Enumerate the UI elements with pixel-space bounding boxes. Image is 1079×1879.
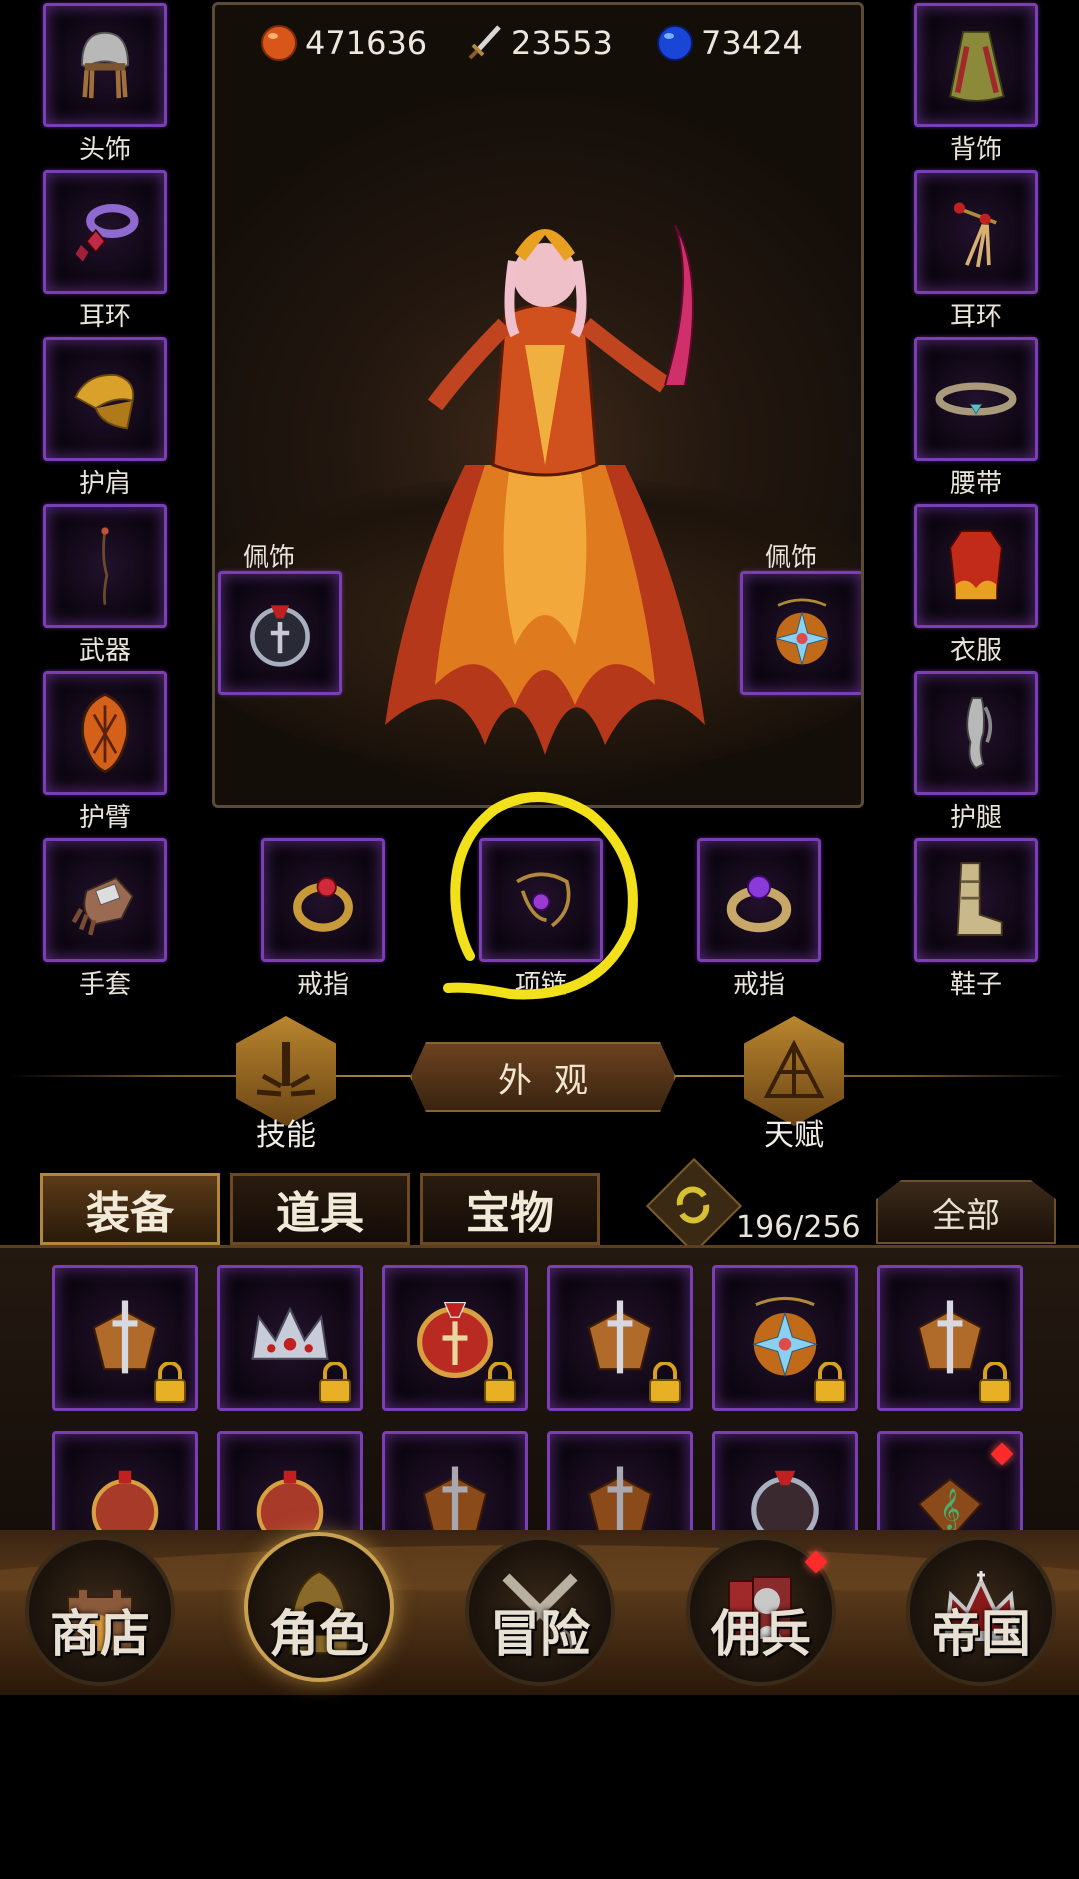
appearance-button[interactable]: 外观 (410, 1042, 676, 1112)
character-panel: 471636 23553 73424 佩饰 佩饰 (212, 2, 864, 808)
accessory-left-label: 佩饰 (242, 543, 295, 573)
gloves-slot[interactable] (43, 838, 167, 962)
shoes-slot[interactable] (914, 838, 1038, 962)
orange-orb-icon (261, 25, 297, 61)
bottom-nav: 商店 角色 冒险 佣兵 帝国 (0, 1530, 1079, 1695)
sword-rays-icon (256, 1042, 316, 1097)
blue-resource: 73424 (655, 23, 803, 63)
earring-icon (75, 203, 139, 262)
tab-equipment[interactable]: 装备 (40, 1173, 220, 1245)
tab-items[interactable]: 道具 (230, 1173, 410, 1245)
sword-icon (468, 25, 501, 60)
leg-guard-label: 护腿 (949, 803, 1002, 833)
earring-right-slot[interactable] (914, 170, 1038, 294)
character-figure (385, 224, 705, 755)
shoulder-guard-icon (74, 374, 135, 430)
nav-adventure-label: 冒险 (490, 1604, 590, 1663)
earring-left-slot[interactable] (43, 170, 167, 294)
blue-amount: 73424 (701, 24, 803, 62)
star-pendant-icon (774, 598, 830, 667)
inventory-item[interactable] (547, 1265, 693, 1411)
nav-character-label: 角色 (269, 1604, 369, 1663)
ring-right-slot[interactable] (697, 838, 821, 962)
headwear-label: 头饰 (78, 135, 131, 165)
inventory-item[interactable] (877, 1265, 1023, 1411)
sword-amount: 23553 (511, 24, 613, 62)
inventory-count: 196/256 (736, 1210, 861, 1245)
inventory-item[interactable] (52, 1265, 198, 1411)
headwear-slot[interactable] (43, 3, 167, 127)
accessory-right-label: 佩饰 (764, 543, 817, 573)
triangle-sigil-icon (763, 1039, 825, 1098)
helmet-icon (81, 31, 129, 99)
amethyst-ring-icon (726, 875, 792, 933)
inventory-item[interactable] (217, 1265, 363, 1411)
accessory-right-slot[interactable] (740, 571, 861, 695)
bracer-slot[interactable] (43, 671, 167, 795)
orange-resource: 471636 (259, 23, 427, 63)
nav-shop-label: 商店 (50, 1604, 150, 1663)
earring-left-label: 耳环 (78, 302, 131, 332)
belt-icon (935, 382, 1017, 416)
nav-mercenary-label: 佣兵 (711, 1604, 811, 1663)
lock-icon (649, 1362, 681, 1403)
lock-icon (814, 1362, 846, 1403)
leg-guard-slot[interactable] (914, 671, 1038, 795)
weapon-label: 武器 (78, 636, 131, 666)
wreath-medal-icon (250, 605, 310, 667)
accessory-left-slot[interactable] (218, 571, 342, 695)
inventory-item[interactable] (712, 1265, 858, 1411)
back-label: 背饰 (949, 135, 1002, 165)
nav-empire-label: 帝国 (931, 1604, 1031, 1663)
back-slot[interactable] (914, 3, 1038, 127)
belt-slot[interactable] (914, 337, 1038, 461)
tab-treasures[interactable]: 宝物 (420, 1173, 600, 1245)
sword-resource: 23553 (465, 23, 613, 63)
cape-icon (949, 30, 1005, 102)
ring-right-label: 戒指 (732, 970, 785, 1000)
weapon-slot[interactable] (43, 504, 167, 628)
glove-icon (71, 876, 134, 936)
lock-icon (319, 1362, 351, 1403)
clothes-slot[interactable] (914, 504, 1038, 628)
inventory-item[interactable] (382, 1265, 528, 1411)
robe-icon (949, 530, 1003, 601)
gloves-label: 手套 (78, 970, 131, 1000)
svg-text:𝄞: 𝄞 (940, 1489, 961, 1531)
shoulder-label: 护肩 (78, 469, 131, 499)
ring-left-label: 戒指 (296, 970, 349, 1000)
staff-icon (101, 527, 109, 605)
highlight-circle (443, 791, 638, 1000)
lock-icon (154, 1362, 186, 1403)
tassel-earring-icon (953, 202, 997, 268)
shoes-label: 鞋子 (949, 970, 1002, 1000)
clothes-label: 衣服 (949, 636, 1002, 666)
skills-label: 技能 (256, 1118, 316, 1153)
ring-left-slot[interactable] (261, 838, 385, 962)
talent-label: 天赋 (764, 1118, 824, 1153)
filter-all-button[interactable]: 全部 (876, 1180, 1056, 1244)
leg-armor-icon (966, 697, 993, 770)
boot-icon (956, 862, 1003, 936)
inventory-grid: 𝄞 (0, 1245, 1079, 1578)
lock-icon (979, 1362, 1011, 1403)
bracer-label: 护臂 (78, 803, 131, 833)
earring-right-label: 耳环 (949, 302, 1002, 332)
lock-icon (484, 1362, 516, 1403)
belt-label: 腰带 (949, 469, 1002, 499)
ruby-ring-icon (293, 877, 353, 932)
refresh-icon (676, 1186, 710, 1224)
bracer-icon (81, 692, 129, 774)
blue-orb-icon (657, 25, 693, 61)
orange-amount: 471636 (305, 24, 428, 62)
shoulder-slot[interactable] (43, 337, 167, 461)
